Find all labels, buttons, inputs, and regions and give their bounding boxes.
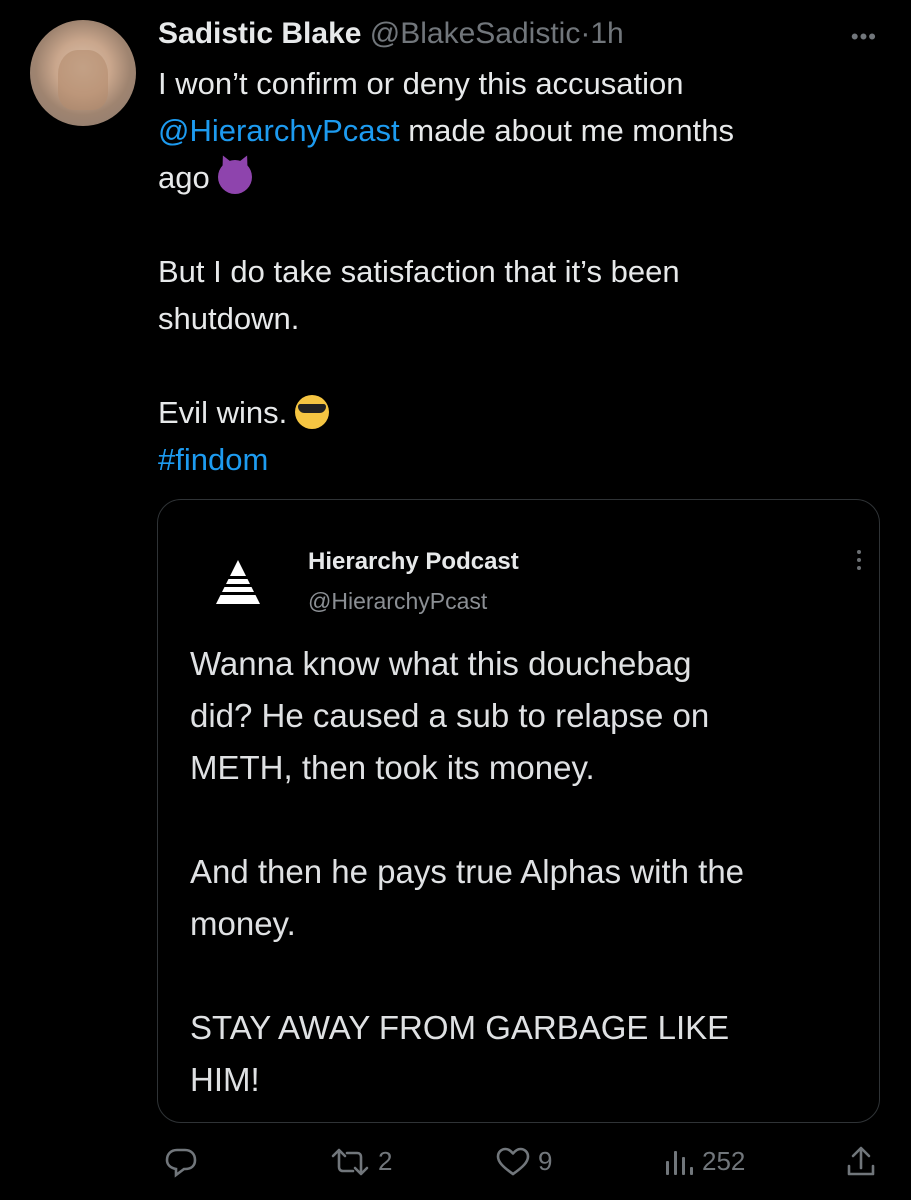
share-button[interactable] (846, 1146, 876, 1178)
tweet-line-text: Evil wins. (158, 395, 288, 430)
quoted-line: And then he pays true Alphas with the (190, 853, 745, 890)
action-bar: 2 9 252 (158, 1140, 881, 1190)
tweet-line: #findom (158, 436, 858, 483)
quoted-line: METH, then took its money. (190, 749, 595, 786)
views-count: 252 (702, 1146, 746, 1176)
views-icon (664, 1147, 694, 1177)
vertical-more-icon (857, 550, 863, 570)
more-options-icon[interactable]: ••• (851, 24, 877, 50)
quoted-line: Wanna know what this douchebag (190, 645, 692, 682)
share-icon (846, 1146, 876, 1178)
tweet-line: shutdown. (158, 301, 300, 336)
hierarchy-pyramid-logo-icon (214, 560, 262, 611)
separator: · (580, 17, 591, 50)
views-button[interactable]: 252 (664, 1146, 745, 1177)
tweet-line: ago (158, 154, 858, 201)
reply-button[interactable] (164, 1146, 206, 1178)
retweet-button[interactable]: 2 (330, 1146, 392, 1177)
tweet-text: I won’t confirm or deny this accusation … (158, 60, 858, 483)
heart-icon (496, 1147, 530, 1177)
reply-icon (164, 1146, 198, 1178)
smiling-devil-emoji-icon (217, 160, 252, 194)
like-button[interactable]: 9 (496, 1146, 552, 1177)
author-handle[interactable]: @BlakeSadistic (370, 17, 581, 50)
hashtag-link[interactable]: #findom (158, 442, 268, 477)
retweet-icon (330, 1147, 370, 1177)
like-count: 9 (538, 1146, 553, 1176)
tweet-line: @HierarchyPcast made about me months (158, 107, 858, 154)
quoted-image-card[interactable]: Hierarchy Podcast @HierarchyPcast Wanna … (157, 499, 880, 1123)
sunglasses-emoji-icon (295, 395, 330, 429)
quoted-line: did? He caused a sub to relapse on (190, 697, 710, 734)
tweet-line-rest: made about me months (399, 113, 734, 148)
retweet-count: 2 (378, 1146, 393, 1176)
tweet-time[interactable]: 1h (590, 17, 623, 50)
tweet-header: Sadistic Blake @BlakeSadistic·1h (158, 14, 871, 54)
author-name[interactable]: Sadistic Blake (158, 17, 361, 50)
quoted-line: HIM! (190, 1061, 260, 1098)
tweet-line: Evil wins. (158, 389, 858, 436)
quoted-text: Wanna know what this douchebag did? He c… (190, 638, 879, 1106)
quoted-line: money. (190, 905, 296, 942)
quoted-author-name: Hierarchy Podcast (308, 548, 519, 575)
mention-link[interactable]: @HierarchyPcast (158, 113, 400, 148)
tweet-line: But I do take satisfaction that it’s bee… (158, 254, 680, 289)
tweet-line: I won’t confirm or deny this accusation (158, 66, 684, 101)
avatar[interactable] (30, 20, 136, 126)
quoted-line: STAY AWAY FROM GARBAGE LIKE (190, 1009, 730, 1046)
tweet-line-text: ago (158, 160, 210, 195)
quoted-author-handle: @HierarchyPcast (308, 588, 488, 614)
